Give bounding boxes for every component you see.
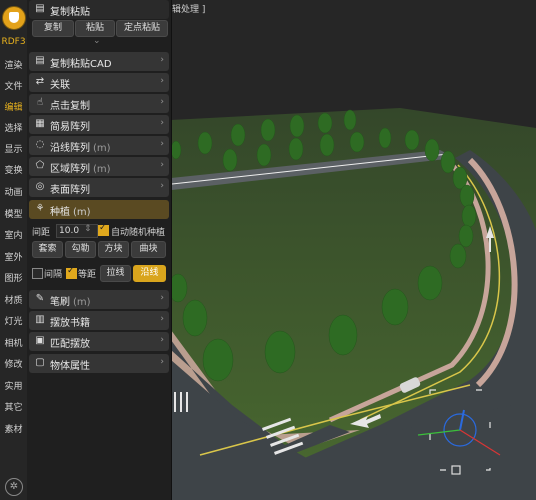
chevron-right-icon: › [160,139,164,149]
category-file[interactable]: 文件 [0,79,27,92]
app-logo-icon[interactable] [2,6,26,30]
auto-random-checkbox[interactable] [98,223,109,236]
auto-random-label: 自动随机种植 [111,228,166,238]
category-animation[interactable]: 动画 [0,185,27,198]
pull-line-button[interactable]: 拉线 [100,265,131,282]
books-icon: ▥ [35,314,45,325]
curve-icon: ◌ [35,139,45,150]
category-exterior[interactable]: 室外 [0,250,27,263]
chevron-right-icon: › [160,335,164,345]
link-icon: ⇄ [35,76,45,87]
row-line-array[interactable]: ◌ 沿线阵列 (m) › [29,136,169,155]
category-assets[interactable]: 素材 [0,422,27,435]
category-material[interactable]: 材质 [0,293,27,306]
row-click-copy[interactable]: ☝ 点击复制 › [29,94,169,113]
collapse-chevron-icon[interactable]: ⌄ [93,36,101,46]
row-brush[interactable]: ✎ 笔刷 (m) › [29,290,169,309]
category-display[interactable]: 显示 [0,142,27,155]
chevron-right-icon: › [160,160,164,170]
category-camera[interactable]: 相机 [0,336,27,349]
category-select[interactable]: 选择 [0,121,27,134]
category-transform[interactable]: 变换 [0,163,27,176]
document-icon: ▤ [35,55,45,66]
brush-icon: ✎ [35,293,45,304]
chevron-right-icon: › [160,76,164,86]
document-icon: ▤ [35,3,45,14]
category-interior[interactable]: 室内 [0,228,27,241]
category-utility[interactable]: 实用 [0,379,27,392]
version-label: RDF3 [1,37,26,47]
surface-icon: ◎ [35,181,45,192]
category-modify[interactable]: 修改 [0,357,27,370]
chevron-right-icon: › [160,314,164,324]
paste-button[interactable]: 粘贴 [75,20,115,37]
category-shape[interactable]: 图形 [0,271,27,284]
region-icon: ⬠ [35,160,45,171]
category-light[interactable]: 灯光 [0,314,27,327]
chevron-right-icon: › [160,181,164,191]
row-object-props[interactable]: ▢ 物体属性 › [29,354,169,373]
copy-button[interactable]: 复制 [32,20,74,37]
row-surface-array[interactable]: ◎ 表面阵列 › [29,178,169,197]
block-button[interactable]: 方块 [98,241,129,258]
row-simple-array[interactable]: ▦ 简易阵列 › [29,115,169,134]
equal-distance-label: 等距 [78,270,97,280]
category-model[interactable]: 模型 [0,207,27,220]
equal-distance-checkbox[interactable] [66,266,77,279]
grid-icon: ▦ [35,118,45,129]
chevron-right-icon: › [160,97,164,107]
point-paste-button[interactable]: 定点粘贴 [116,20,168,37]
chevron-right-icon: › [160,293,164,303]
outline-button[interactable]: 勾勒 [65,241,96,258]
plant-icon: ⚘ [35,203,45,214]
viewport-hint-text: 辑处理 ] [172,5,206,15]
row-link[interactable]: ⇄ 关联 › [29,73,169,92]
row-copy-cad[interactable]: ▤ 复制粘贴CAD › [29,52,169,71]
row-region-array[interactable]: ⬠ 区域阵列 (m) › [29,157,169,176]
category-other[interactable]: 其它 [0,400,27,413]
chevron-right-icon: › [160,118,164,128]
spacing-label: 间距 [32,228,51,238]
spacing-input[interactable]: 10.0 [56,224,98,238]
along-line-button[interactable]: 沿线 [133,265,166,282]
plant-header[interactable]: ⚘ 种植 (m) [29,200,169,219]
row-match-place[interactable]: ▣ 匹配摆放 › [29,332,169,351]
settings-icon[interactable]: ✲ [5,478,23,496]
properties-icon: ▢ [35,357,45,368]
copypaste-header[interactable]: ▤ 复制粘贴 [29,0,169,19]
lasso-button[interactable]: 套索 [32,241,63,258]
chevron-right-icon: › [160,357,164,367]
category-sidebar: RDF3 渲染 文件 编辑 选择 显示 变换 动画 模型 室内 室外 图形 材质… [0,0,28,500]
pointer-icon: ☝ [36,97,44,108]
interval-label: 间隔 [44,270,63,280]
chevron-right-icon: › [160,55,164,65]
curve-block-button[interactable]: 曲块 [131,241,166,258]
category-render[interactable]: 渲染 [0,58,27,71]
category-edit[interactable]: 编辑 [0,100,27,113]
match-icon: ▣ [35,335,45,346]
tool-panel: ▤ 复制粘贴 复制 粘贴 定点粘贴 ⌄ ▤ 复制粘贴CAD › ⇄ 关联 › ☝… [27,0,172,500]
stepper-icon[interactable]: ⇕ [84,224,92,234]
row-place-books[interactable]: ▥ 摆放书籍 › [29,311,169,330]
interval-checkbox[interactable] [32,268,43,279]
